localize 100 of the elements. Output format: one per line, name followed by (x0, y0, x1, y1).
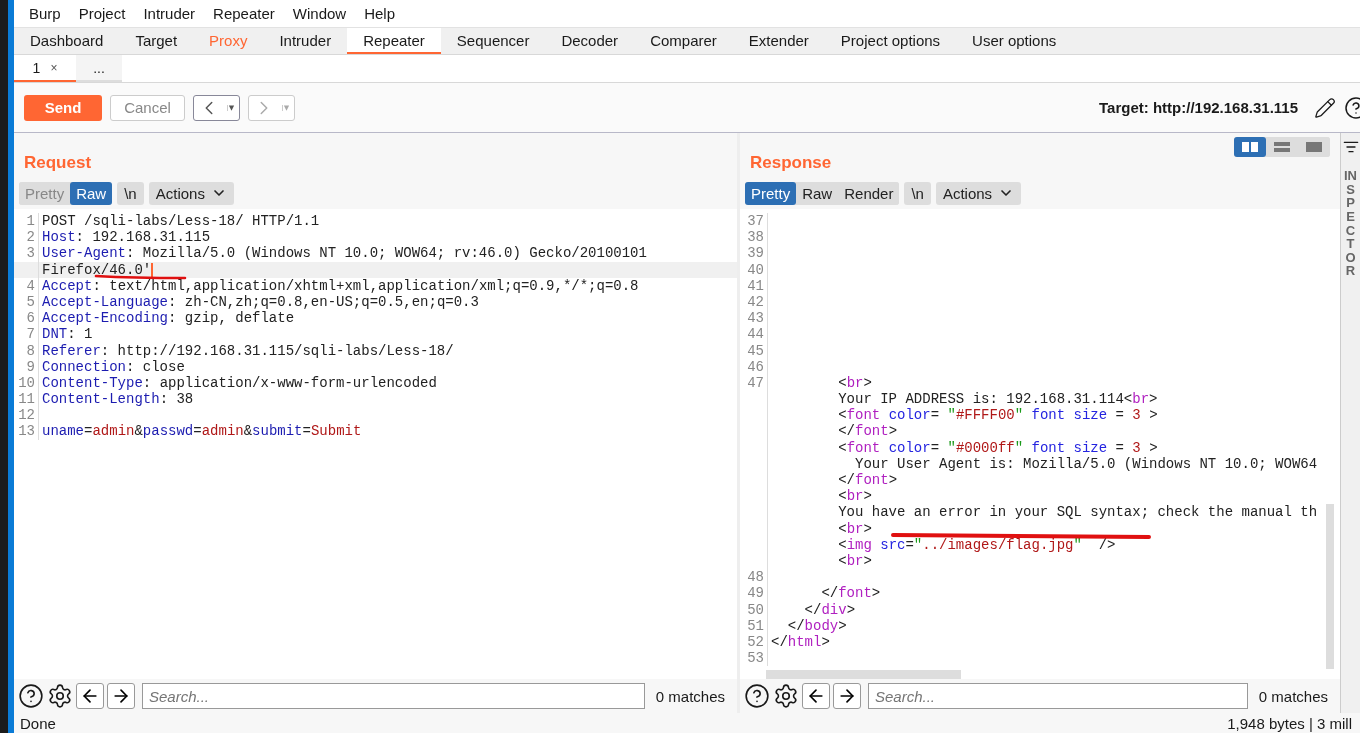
code-line: Referer: http://192.168.31.115/sqli-labs/Less-18/ (41, 342, 454, 359)
line-number: 42 (747, 293, 764, 310)
line-number: 41 (747, 277, 764, 294)
code-line: Host: 192.168.31.115 (41, 229, 211, 246)
code-line: <br> (837, 488, 872, 505)
match-count: 0 matches (1257, 687, 1329, 705)
menu-item[interactable]: Repeater (204, 5, 284, 22)
inspector-label[interactable]: INSPECTOR (1344, 169, 1357, 279)
line-number: 3 (26, 245, 35, 262)
next-match-button[interactable] (833, 683, 861, 709)
single-pane-icon (1306, 142, 1322, 152)
view-tab[interactable]: Pretty (745, 181, 797, 205)
response-size: 1,948 bytes | 3 mill (1227, 714, 1352, 732)
menu-item[interactable]: Window (283, 5, 356, 22)
line-number: 7 (26, 326, 35, 343)
line-number: 52 (747, 633, 764, 650)
split-columns-icon (1242, 142, 1258, 152)
line-number: 10 (18, 374, 35, 391)
split-rows-icon (1274, 142, 1290, 152)
line-number: 40 (747, 261, 764, 278)
code-line: </html> (770, 633, 830, 651)
code-line: </font> (837, 472, 898, 489)
code-line: POST /sqli-labs/Less-18/ HTTP/1.1 (41, 213, 320, 230)
menu-item[interactable]: Burp (20, 5, 70, 22)
back-button[interactable] (193, 94, 240, 121)
code-line: <br> (837, 374, 872, 392)
menu-item[interactable]: Help (355, 5, 404, 22)
code-line: DNT: 1 (41, 326, 93, 343)
line-number: 2 (26, 229, 35, 246)
layout-button[interactable] (1234, 137, 1266, 157)
view-tab[interactable]: Raw (70, 181, 113, 205)
filter-icon[interactable] (1342, 139, 1359, 155)
settings-icon[interactable] (47, 683, 73, 709)
line-number: 11 (18, 391, 35, 408)
line-number: 46 (747, 358, 764, 375)
vertical-scrollbar[interactable] (1326, 504, 1334, 669)
tab-label: ... (93, 59, 105, 76)
line-number: 50 (747, 601, 764, 618)
newline-toggle[interactable]: \n (117, 181, 144, 205)
newline-toggle[interactable]: \n (904, 181, 931, 205)
menu-item[interactable]: Intruder (134, 5, 205, 22)
code-line: <br> (837, 520, 872, 537)
line-number: 6 (26, 310, 35, 327)
settings-icon[interactable] (773, 683, 799, 709)
line-number: 49 (747, 585, 764, 602)
menu-item[interactable]: Project (69, 5, 135, 22)
search-field[interactable]: Search... (142, 683, 645, 709)
tool-tab[interactable]: Repeater (347, 28, 441, 54)
line-number: 51 (747, 617, 764, 634)
search-field[interactable]: Search... (868, 683, 1248, 709)
line-number: 43 (747, 310, 764, 327)
code-line: </div> (803, 601, 856, 618)
line-number: 39 (747, 245, 764, 262)
line-number: 38 (747, 229, 764, 246)
actions-button[interactable]: Actions (935, 181, 1022, 205)
pane-title: Response (750, 153, 832, 173)
next-match-button[interactable] (107, 683, 135, 709)
horizontal-scrollbar[interactable] (766, 670, 961, 679)
cancel-button: Cancel (110, 94, 185, 121)
code-line: </body> (786, 617, 847, 634)
line-number: 12 (18, 407, 35, 424)
code-line: Your User Agent is: Mozilla/5.0 (Windows NT 10.0; WOW64 (854, 455, 1318, 472)
line-number: 1 (26, 213, 35, 229)
pencil-icon[interactable] (1314, 96, 1336, 119)
help-icon[interactable] (18, 683, 44, 709)
match-count: 0 matches (654, 687, 726, 705)
code-line: <img src="../images/flag.jpg" /> (837, 536, 1116, 553)
line-number: 5 (26, 293, 35, 310)
close-icon[interactable]: × (50, 60, 58, 75)
line-number: 37 (747, 213, 764, 229)
code-line: </font> (837, 423, 898, 440)
previous-match-button[interactable] (802, 683, 830, 709)
code-line: <font color= "#0000ff" font size = 3 > (837, 439, 1158, 456)
line-number: 47 (747, 374, 764, 391)
code-line: <font color= "#FFFF00" font size = 3 > (837, 407, 1158, 424)
text-caret (151, 262, 154, 277)
code-line: </font> (820, 585, 881, 602)
code-line: Accept-Encoding: gzip, deflate (41, 310, 295, 327)
code-line: Content-Length: 38 (41, 391, 194, 408)
previous-match-button[interactable] (76, 683, 104, 709)
line-number: 4 (26, 277, 35, 294)
pane-title: Request (24, 153, 92, 173)
code-line: uname=admin&passwd=admin&submit=Submit (41, 423, 362, 440)
line-number: 8 (26, 342, 35, 359)
line-number: 9 (26, 358, 35, 375)
line-number: 45 (747, 342, 764, 359)
code-line: Content-Type: application/x-www-form-urlencoded (41, 374, 437, 392)
actions-button[interactable]: Actions (148, 181, 234, 205)
line-number: 44 (747, 326, 764, 343)
code-line: Firefox/46.0' (41, 261, 154, 278)
dropdown-caret-icon (282, 104, 290, 111)
code-line: User-Agent: Mozilla/5.0 (Windows NT 10.0; WOW64; rv:46.0) Gecko/20100101 (41, 245, 647, 262)
code-line: You have an error in your SQL syntax; check the manual th (837, 504, 1318, 521)
code-line: Accept: text/html,application/xhtml+xml,application/xml;q=0.9,*/*;q=0.8 (41, 277, 639, 294)
code-line: Accept-Language: zh-CN,zh;q=0.8,en-US;q=0.5,en;q=0.3 (41, 293, 479, 311)
dropdown-caret-icon (227, 104, 235, 111)
target-label: Target: http://192.168.31.115 (1099, 99, 1298, 116)
help-icon[interactable] (744, 683, 770, 709)
request-tab[interactable]: ... (76, 55, 122, 82)
code-line: Connection: close (41, 358, 185, 375)
